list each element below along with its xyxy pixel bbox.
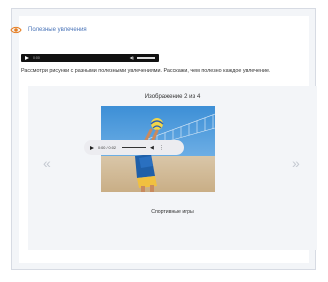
more-options-icon[interactable]: ⋮	[159, 145, 164, 151]
chevron-right-icon[interactable]: »	[292, 156, 300, 170]
image-counter: Изображение 2 из 4	[144, 94, 201, 100]
main-audio-player[interactable]: 0:00 ◀)	[21, 54, 159, 62]
play-icon[interactable]	[90, 145, 94, 150]
speaker-icon[interactable]: ◀)	[130, 54, 134, 62]
lesson-title: Полезные увлечения	[28, 27, 87, 33]
caption-audio-time: 0:00 / 0:02	[98, 145, 116, 150]
instruction-text: Рассмотри рисунки с разными полезными ув…	[21, 68, 271, 74]
progress-bar[interactable]	[121, 146, 146, 149]
volume-slider[interactable]	[137, 57, 155, 59]
image-caption: Спортивные игры	[151, 209, 194, 215]
main-audio-time: 0:00	[33, 56, 40, 60]
chevron-left-icon[interactable]: «	[43, 156, 51, 170]
image-gallery: Изображение 2 из 4 « » Спортивные игры	[28, 86, 317, 250]
play-icon[interactable]	[25, 56, 29, 60]
eye-icon	[10, 26, 22, 34]
caption-audio-player[interactable]: 0:00 / 0:02 ◀ ⋮	[84, 140, 184, 155]
lesson-header: Полезные увлечения	[10, 24, 87, 36]
speaker-icon[interactable]: ◀	[150, 145, 154, 151]
